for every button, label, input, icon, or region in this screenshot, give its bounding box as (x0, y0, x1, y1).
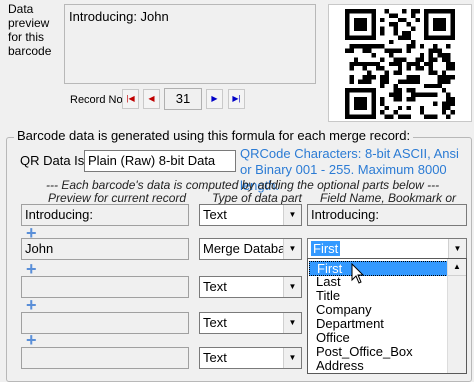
preview-text: Introducing: John (69, 9, 169, 24)
dropdown-option[interactable]: Office (316, 331, 350, 344)
row3-preview (21, 276, 189, 298)
row2-field-select[interactable]: First ▼ (307, 238, 467, 260)
row5-type-value: Text (203, 350, 227, 365)
dropdown-scrollbar[interactable]: ▲ (447, 259, 466, 373)
record-number-field[interactable]: 31 (164, 88, 202, 110)
row3-type-value: Text (203, 279, 227, 294)
qr-data-type-select[interactable]: Plain (Raw) 8-bit Data (84, 150, 236, 172)
row4-type-value: Text (203, 315, 227, 330)
qr-code-image (328, 4, 472, 122)
field-dropdown-list[interactable]: First Last Title Company Department Offi… (307, 258, 467, 374)
row2-preview: John (21, 238, 189, 260)
preview-label: Data preview for this barcode (8, 2, 52, 58)
header-preview: Preview for current record (48, 191, 187, 205)
dropdown-option[interactable]: Department (316, 317, 384, 330)
header-type: Type of data part (212, 191, 302, 205)
last-record-button[interactable]: ▶| (228, 89, 245, 109)
chevron-down-icon[interactable]: ▼ (283, 239, 301, 259)
computed-note: --- Each barcode's data is computed by a… (46, 178, 440, 192)
dropdown-option[interactable]: Title (316, 289, 340, 302)
qr-data-label: QR Data Is (20, 153, 85, 168)
row1-field-input[interactable]: Introducing: (307, 204, 467, 226)
qr-data-type-value: Plain (Raw) 8-bit Data (88, 153, 216, 168)
row5-type-select[interactable]: Text ▼ (199, 347, 302, 369)
row5-preview (21, 347, 189, 369)
first-record-button[interactable]: |◀ (122, 89, 139, 109)
row4-preview (21, 312, 189, 334)
group-title: Barcode data is generated using this for… (14, 128, 414, 143)
row1-type-select[interactable]: Text ▼ (199, 204, 302, 226)
dropdown-option[interactable]: Post_Office_Box (316, 345, 413, 358)
row1-type-value: Text (203, 207, 227, 222)
row4-type-select[interactable]: Text ▼ (199, 312, 302, 334)
dropdown-option[interactable]: Last (316, 275, 341, 288)
chevron-down-icon[interactable]: ▼ (283, 277, 301, 297)
next-record-button[interactable]: ▶ (206, 89, 223, 109)
chevron-down-icon[interactable]: ▼ (448, 239, 466, 259)
row1-preview: Introducing: (21, 204, 189, 226)
chevron-down-icon[interactable]: ▼ (283, 348, 301, 368)
row2-type-select[interactable]: Merge Database ▼ (199, 238, 302, 260)
dropdown-option[interactable]: Address (316, 359, 364, 372)
chevron-down-icon[interactable]: ▼ (283, 313, 301, 333)
scroll-up-icon[interactable]: ▲ (448, 259, 466, 276)
row3-type-select[interactable]: Text ▼ (199, 276, 302, 298)
chevron-down-icon[interactable]: ▼ (283, 205, 301, 225)
record-label: Record No (70, 94, 123, 106)
row2-field-value: First (311, 241, 341, 256)
dropdown-option[interactable]: Company (316, 303, 372, 316)
mouse-cursor-icon (351, 263, 365, 284)
prev-record-button[interactable]: ◀ (143, 89, 160, 109)
